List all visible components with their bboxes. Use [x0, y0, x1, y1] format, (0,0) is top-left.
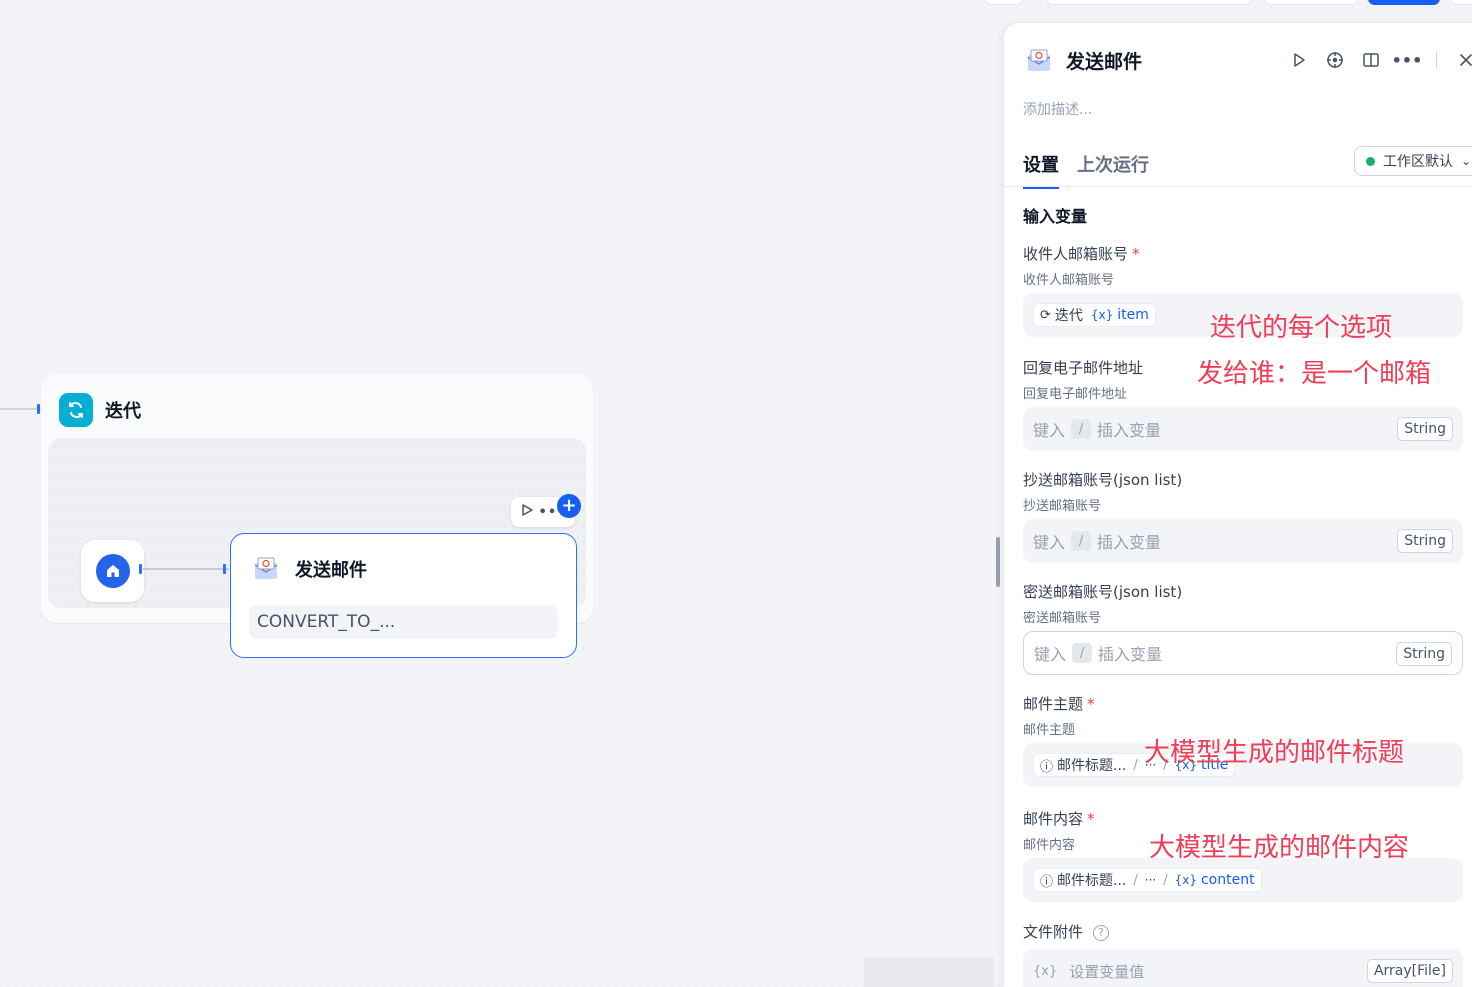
description-input[interactable]: 添加描述...	[1023, 99, 1092, 119]
iteration-canvas: ••• 发送邮件 CONVERT_TO_...	[48, 438, 586, 658]
annotation-text: 大模型生成的邮件标题	[1144, 738, 1405, 768]
field-sub-bcc: 密送邮箱账号	[1023, 611, 1102, 626]
play-icon[interactable]	[520, 503, 534, 521]
panel-header: 发送邮件	[1026, 47, 1142, 74]
variable-chip[interactable]: ⓘ 邮件标题... / ··· / {x} content	[1033, 868, 1262, 892]
variable-icon: {x}	[1090, 308, 1114, 322]
send-mail-node-title: 发送邮件	[295, 560, 367, 581]
toolbar-button[interactable]	[1264, 0, 1358, 5]
field-label-attachment: 文件附件?	[1023, 921, 1110, 942]
content-input[interactable]: ⓘ 邮件标题... / ··· / {x} content	[1023, 858, 1463, 902]
reply-to-input[interactable]: 键入 / 插入变量 String	[1023, 407, 1463, 451]
target-handle[interactable]	[223, 564, 226, 574]
tab-settings[interactable]: 设置	[1023, 151, 1059, 189]
field-label-reply-to: 回复电子邮件地址	[1023, 359, 1144, 377]
send-mail-node-header: 发送邮件	[253, 556, 367, 582]
annotation-text: 大模型生成的邮件内容	[1149, 833, 1410, 863]
field-sub-recipient: 收件人邮箱账号	[1023, 273, 1115, 288]
field-label-subject: 邮件主题 *	[1023, 695, 1095, 713]
workflow-edge	[0, 408, 38, 410]
field-label-recipient: 收件人邮箱账号 *	[1023, 245, 1140, 263]
variable-icon: {x}	[1174, 873, 1197, 887]
tab-last-run[interactable]: 上次运行	[1077, 151, 1149, 189]
minimap[interactable]	[864, 958, 994, 987]
workspace-select[interactable]: 工作区默认 ⌄	[1354, 146, 1472, 176]
field-sub-cc: 抄送邮箱账号	[1023, 499, 1102, 514]
bcc-input[interactable]: 键入 / 插入变量 String	[1023, 631, 1463, 675]
close-icon[interactable]	[1455, 49, 1472, 71]
mail-icon	[1026, 49, 1052, 73]
split-view-icon[interactable]	[1360, 49, 1382, 71]
home-icon	[95, 554, 130, 588]
field-label-content: 邮件内容 *	[1023, 810, 1095, 828]
iteration-start-node[interactable]	[81, 540, 144, 602]
send-mail-node[interactable]: 发送邮件 CONVERT_TO_...	[230, 533, 577, 658]
locate-icon[interactable]	[1324, 49, 1346, 71]
type-badge: String	[1397, 529, 1453, 553]
chevron-down-icon: ⌄	[1461, 154, 1472, 168]
divider	[1436, 51, 1437, 69]
target-handle[interactable]	[37, 404, 40, 414]
field-label-cc: 抄送邮箱账号(json list)	[1023, 471, 1183, 489]
send-mail-node-field: CONVERT_TO_...	[249, 605, 558, 639]
more-icon[interactable]: •••	[1392, 49, 1423, 71]
add-node-button[interactable]: +	[557, 494, 581, 518]
variable-chip[interactable]: ⟳ 迭代 {x} item	[1033, 303, 1156, 327]
publish-button[interactable]	[1368, 0, 1440, 5]
toolbar-button[interactable]	[985, 0, 1023, 5]
help-icon[interactable]: ?	[1093, 924, 1110, 941]
panel-resize-handle[interactable]	[996, 537, 1000, 587]
loop-icon: ⟳	[1040, 307, 1051, 323]
type-badge: Array[File]	[1366, 959, 1453, 983]
annotation-text: 发给谁：是一个邮箱	[1197, 359, 1432, 389]
field-sub-reply-to: 回复电子邮件地址	[1023, 387, 1128, 402]
iteration-header: 迭代	[59, 393, 141, 427]
field-label-bcc: 密送邮箱账号(json list)	[1023, 583, 1183, 601]
llm-icon: ⓘ	[1040, 874, 1054, 890]
run-icon[interactable]	[1288, 49, 1310, 71]
workflow-edge	[143, 568, 229, 570]
mail-icon	[253, 557, 279, 581]
panel-actions: •••	[1288, 49, 1472, 71]
llm-icon: ⓘ	[1040, 759, 1054, 775]
toolbar-button[interactable]	[1450, 0, 1472, 5]
source-handle[interactable]	[139, 564, 142, 574]
type-badge: String	[1397, 417, 1453, 441]
cc-input[interactable]: 键入 / 插入变量 String	[1023, 519, 1463, 563]
iteration-icon	[59, 393, 93, 427]
section-title: 输入变量	[1023, 207, 1088, 226]
panel-tabs: 设置 上次运行	[1023, 151, 1149, 189]
divider	[1004, 186, 1472, 187]
field-sub-subject: 邮件主题	[1023, 723, 1076, 738]
panel-title[interactable]: 发送邮件	[1066, 47, 1142, 74]
iteration-node[interactable]: 迭代 ••• 发送邮件 CONVERT_TO_...	[41, 374, 593, 658]
toolbar-button[interactable]	[1046, 0, 1252, 5]
annotation-text: 迭代的每个选项	[1210, 313, 1393, 343]
field-sub-content: 邮件内容	[1023, 838, 1076, 853]
workspace-select-label: 工作区默认	[1383, 154, 1453, 170]
status-dot	[1366, 156, 1375, 166]
type-badge: String	[1396, 642, 1452, 666]
variable-icon: {x}	[1033, 963, 1058, 979]
attachment-input[interactable]: {x} 设置变量值 Array[File]	[1023, 949, 1463, 987]
iteration-title: 迭代	[105, 401, 141, 422]
